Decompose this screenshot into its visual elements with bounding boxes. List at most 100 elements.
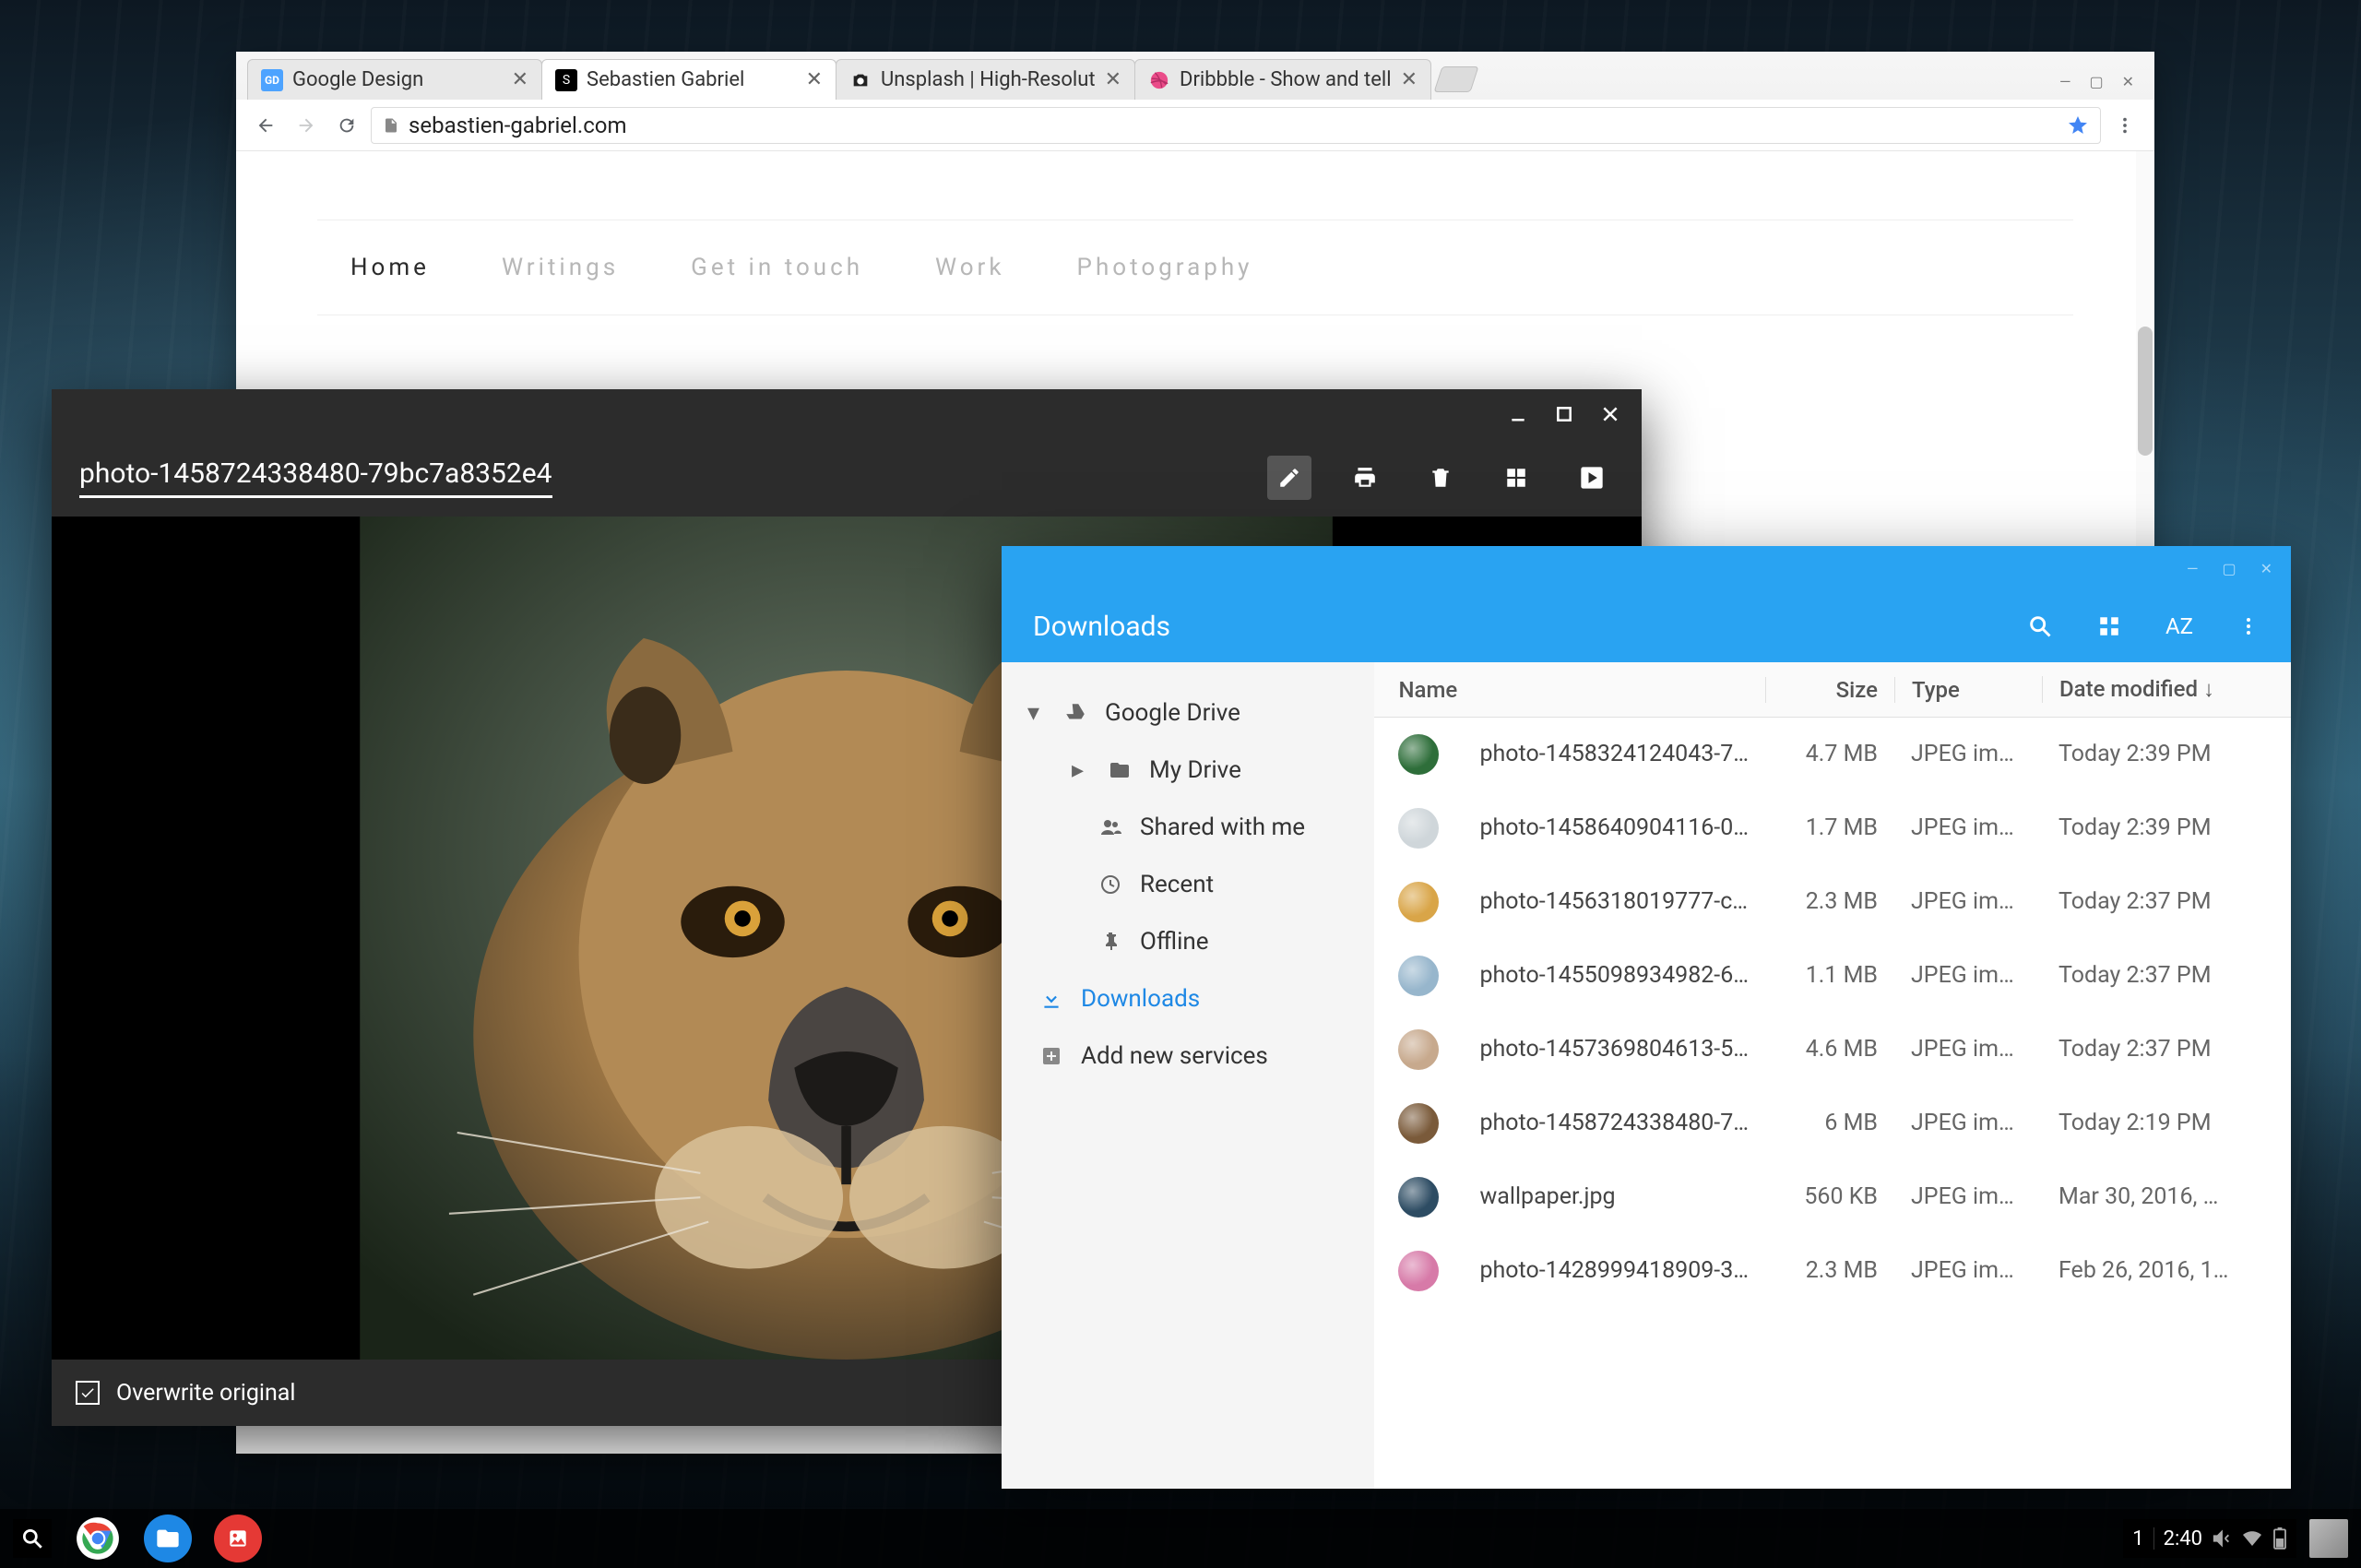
sidebar-item-recent[interactable]: Recent xyxy=(1002,856,1374,913)
scrollbar-thumb[interactable] xyxy=(2138,327,2153,456)
file-row[interactable]: photo-1458324124043-7…4.7 MBJPEG im…Toda… xyxy=(1374,718,2291,791)
viewer-filename[interactable]: photo-1458724338480-79bc7a8352e4 xyxy=(79,457,552,498)
sidebar-item-shared[interactable]: Shared with me xyxy=(1002,799,1374,856)
minimize-icon[interactable] xyxy=(1509,405,1527,423)
file-type: JPEG im… xyxy=(1894,1036,2042,1063)
files-header: Downloads AZ xyxy=(1002,590,2291,662)
chevron-right-icon: ▸ xyxy=(1072,756,1090,784)
close-icon[interactable]: ✕ xyxy=(2122,73,2134,90)
maximize-icon[interactable]: ▢ xyxy=(2089,73,2103,90)
chrome-menu-button[interactable] xyxy=(2108,109,2142,142)
overwrite-label: Overwrite original xyxy=(116,1380,295,1407)
file-type: JPEG im… xyxy=(1894,888,2042,915)
photos-app-icon[interactable] xyxy=(214,1515,262,1562)
launcher-search-icon[interactable] xyxy=(13,1519,52,1558)
file-row[interactable]: photo-1458640904116-0…1.7 MBJPEG im…Toda… xyxy=(1374,791,2291,865)
file-date: Today 2:19 PM xyxy=(2042,1110,2291,1136)
sidebar-item-add-services[interactable]: Add new services xyxy=(1002,1028,1374,1085)
sidebar-item-offline[interactable]: Offline xyxy=(1002,913,1374,970)
chrome-app-icon[interactable] xyxy=(74,1515,122,1562)
file-size: 1.1 MB xyxy=(1765,962,1894,989)
close-icon[interactable]: ✕ xyxy=(2260,560,2272,577)
back-button[interactable] xyxy=(249,109,282,142)
minimize-icon[interactable]: — xyxy=(2187,560,2199,577)
tab-unsplash[interactable]: Unsplash | High-Resolut ✕ xyxy=(836,59,1135,100)
nav-home[interactable]: Home xyxy=(350,254,430,281)
file-row[interactable]: photo-1428999418909-3…2.3 MBJPEG im…Feb … xyxy=(1374,1234,2291,1308)
tab-sebastien-gabriel[interactable]: S Sebastien Gabriel ✕ xyxy=(541,59,836,100)
sort-button[interactable]: AZ xyxy=(2165,613,2193,639)
forward-button xyxy=(290,109,323,142)
nav-get-in-touch[interactable]: Get in touch xyxy=(691,254,863,281)
file-type: JPEG im… xyxy=(1894,1257,2042,1284)
system-tray[interactable]: 1 2:40 xyxy=(2123,1519,2296,1558)
file-row[interactable]: wallpaper.jpg560 KBJPEG im…Mar 30, 2016,… xyxy=(1374,1160,2291,1234)
sidebar-label: My Drive xyxy=(1149,756,1241,784)
slideshow-button[interactable] xyxy=(1570,456,1614,500)
sidebar-item-my-drive[interactable]: ▸ My Drive xyxy=(1002,742,1374,799)
shelf: 1 2:40 xyxy=(0,1509,2361,1568)
window-controls: — ▢ ✕ xyxy=(2050,73,2143,100)
mosaic-button[interactable] xyxy=(1494,456,1538,500)
file-row[interactable]: photo-1456318019777-c…2.3 MBJPEG im…Toda… xyxy=(1374,865,2291,939)
search-button[interactable] xyxy=(2027,613,2053,639)
file-size: 560 KB xyxy=(1765,1183,1894,1210)
file-name: photo-1457369804613-5… xyxy=(1455,1036,1765,1063)
nav-photography[interactable]: Photography xyxy=(1077,254,1253,281)
close-icon[interactable]: ✕ xyxy=(1105,68,1121,91)
files-menu-button[interactable] xyxy=(2237,615,2260,637)
maximize-icon[interactable]: ▢ xyxy=(2222,560,2236,577)
column-date[interactable]: Date modified ↓ xyxy=(2042,676,2291,703)
new-tab-button[interactable] xyxy=(1433,66,1478,92)
file-name: photo-1428999418909-3… xyxy=(1455,1257,1765,1284)
edit-button[interactable] xyxy=(1267,456,1311,500)
column-size[interactable]: Size xyxy=(1765,677,1894,703)
column-name[interactable]: Name xyxy=(1374,677,1765,703)
address-bar[interactable] xyxy=(371,107,2101,144)
column-type[interactable]: Type xyxy=(1894,677,2042,703)
file-thumbnail xyxy=(1398,808,1439,849)
notification-count: 1 xyxy=(2132,1527,2143,1550)
file-type: JPEG im… xyxy=(1894,962,2042,989)
nav-work[interactable]: Work xyxy=(935,254,1005,281)
chevron-down-icon: ▾ xyxy=(1027,699,1046,727)
file-date: Feb 26, 2016, 1… xyxy=(2042,1257,2291,1284)
view-grid-button[interactable] xyxy=(2097,614,2121,638)
delete-button[interactable] xyxy=(1418,456,1463,500)
close-icon[interactable]: ✕ xyxy=(512,68,528,91)
file-thumbnail xyxy=(1398,1029,1439,1070)
reload-button[interactable] xyxy=(330,109,363,142)
print-button[interactable] xyxy=(1343,456,1387,500)
file-name: photo-1456318019777-c… xyxy=(1455,888,1765,915)
folder-icon xyxy=(1107,757,1133,783)
user-avatar[interactable] xyxy=(2309,1519,2348,1558)
maximize-icon[interactable] xyxy=(1555,405,1573,423)
bookmark-star-icon[interactable] xyxy=(2067,114,2089,137)
files-window: — ▢ ✕ Downloads AZ ▾ Google Drive ▸ My D… xyxy=(1002,546,2291,1489)
file-row[interactable]: photo-1458724338480-7…6 MBJPEG im…Today … xyxy=(1374,1087,2291,1160)
page-icon xyxy=(383,117,399,134)
close-icon[interactable]: ✕ xyxy=(806,68,823,91)
file-row[interactable]: photo-1455098934982-6…1.1 MBJPEG im…Toda… xyxy=(1374,939,2291,1013)
drive-icon xyxy=(1062,700,1088,726)
overwrite-checkbox[interactable] xyxy=(76,1381,100,1405)
nav-writings[interactable]: Writings xyxy=(502,254,619,281)
url-input[interactable] xyxy=(409,113,2058,138)
sidebar-label: Add new services xyxy=(1081,1042,1268,1070)
tab-google-design[interactable]: GD Google Design ✕ xyxy=(247,59,542,100)
file-thumbnail xyxy=(1398,882,1439,922)
tab-dribbble[interactable]: Dribbble - Show and tell ✕ xyxy=(1134,59,1431,100)
viewer-titlebar xyxy=(52,389,1642,439)
sidebar-label: Downloads xyxy=(1081,985,1200,1013)
sidebar-item-downloads[interactable]: Downloads xyxy=(1002,970,1374,1028)
clock-icon xyxy=(1097,872,1123,897)
close-icon[interactable]: ✕ xyxy=(1401,68,1418,91)
sidebar-item-google-drive[interactable]: ▾ Google Drive xyxy=(1002,684,1374,742)
file-thumbnail xyxy=(1398,956,1439,996)
list-header: Name Size Type Date modified ↓ xyxy=(1374,662,2291,718)
files-app-icon[interactable] xyxy=(144,1515,192,1562)
file-row[interactable]: photo-1457369804613-5…4.6 MBJPEG im…Toda… xyxy=(1374,1013,2291,1087)
close-icon[interactable] xyxy=(1601,405,1619,423)
minimize-icon[interactable]: — xyxy=(2059,73,2071,90)
file-thumbnail xyxy=(1398,1251,1439,1291)
